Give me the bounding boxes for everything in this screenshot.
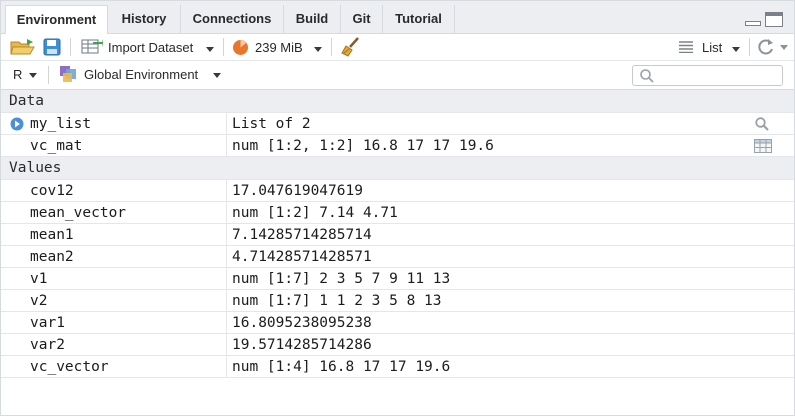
table-row[interactable]: vc_mat num [1:2, 1:2] 16.8 17 17 19.6 <box>1 135 794 157</box>
chevron-down-icon <box>732 47 740 52</box>
object-name: v2 <box>1 290 227 312</box>
object-value: num [1:7] 1 1 2 3 5 8 13 <box>232 293 442 309</box>
language-selector[interactable]: R <box>13 67 41 85</box>
environment-scope-selector[interactable]: Global Environment <box>59 65 225 85</box>
table-row[interactable]: my_list List of 2 <box>1 113 794 135</box>
object-value: 17.047619047619 <box>232 183 363 199</box>
search-icon[interactable] <box>755 117 769 131</box>
tab-build[interactable]: Build <box>284 5 341 34</box>
object-name: v1 <box>1 268 227 290</box>
view-mode-button[interactable]: List <box>679 37 743 58</box>
tab-environment[interactable]: Environment <box>5 5 108 35</box>
import-dataset-label: Import Dataset <box>108 40 194 55</box>
toolbar-separator <box>70 38 71 56</box>
table-view-icon[interactable] <box>754 139 772 153</box>
chevron-down-icon <box>29 73 37 78</box>
object-name: vc_mat <box>1 135 227 157</box>
language-label: R <box>13 67 23 82</box>
minimize-pane-icon[interactable] <box>745 21 761 26</box>
table-row[interactable]: var2 19.5714285714286 <box>1 334 794 356</box>
clear-workspace-broom-icon[interactable] <box>341 36 361 57</box>
object-name: var1 <box>1 312 227 334</box>
object-name: mean_vector <box>1 202 227 224</box>
object-value: num [1:7] 2 3 5 7 9 11 13 <box>232 271 451 287</box>
object-value: 19.5714285714286 <box>232 337 372 353</box>
table-row[interactable]: cov12 17.047619047619 <box>1 180 794 202</box>
table-row[interactable]: mean1 7.14285714285714 <box>1 224 794 246</box>
chevron-down-icon <box>213 73 221 78</box>
object-value: num [1:4] 16.8 17 17 19.6 <box>232 359 451 375</box>
object-value: num [1:2, 1:2] 16.8 17 17 19.6 <box>232 138 494 154</box>
table-row[interactable]: var1 16.8095238095238 <box>1 312 794 334</box>
object-name: cov12 <box>1 180 227 202</box>
environment-pane: Environment History Connections Build Gi… <box>0 0 795 416</box>
table-row[interactable]: mean2 4.71428571428571 <box>1 246 794 268</box>
memory-usage-label: 239 MiB <box>255 40 303 55</box>
chevron-down-icon <box>780 45 788 50</box>
memory-pie-icon <box>233 40 248 55</box>
object-value: 4.71428571428571 <box>232 249 372 265</box>
table-row[interactable]: vc_vector num [1:4] 16.8 17 17 19.6 <box>1 356 794 378</box>
chevron-down-icon <box>206 47 214 52</box>
object-name: vc_vector <box>1 356 227 378</box>
environment-search-input[interactable] <box>632 65 783 86</box>
environment-object-grid: Data my_list List of 2 vc_mat num [1:2, … <box>1 90 794 378</box>
object-value: List of 2 <box>232 116 311 132</box>
table-row[interactable]: v1 num [1:7] 2 3 5 7 9 11 13 <box>1 268 794 290</box>
tab-connections[interactable]: Connections <box>181 5 284 34</box>
toolbar-separator <box>749 38 750 56</box>
refresh-button[interactable] <box>757 37 791 58</box>
maximize-pane-icon[interactable] <box>765 12 783 27</box>
environment-toolbar: Import Dataset 239 MiB List <box>1 34 794 61</box>
object-name: var2 <box>1 334 227 356</box>
import-dataset-button[interactable]: Import Dataset <box>81 37 216 58</box>
object-value: 7.14285714285714 <box>232 227 372 243</box>
refresh-icon <box>758 39 773 55</box>
object-name: mean1 <box>1 224 227 246</box>
load-workspace-icon[interactable] <box>10 38 36 56</box>
table-row[interactable]: v2 num [1:7] 1 1 2 3 5 8 13 <box>1 290 794 312</box>
environment-scope-label: Global Environment <box>84 67 199 82</box>
environment-cube-icon <box>60 66 76 82</box>
import-table-icon <box>81 39 103 54</box>
tab-history[interactable]: History <box>108 5 181 34</box>
tab-git[interactable]: Git <box>341 5 383 34</box>
data-section-header: Data <box>1 90 794 113</box>
toolbar-separator <box>48 66 49 84</box>
search-icon <box>640 69 654 83</box>
object-value: num [1:2] 7.14 4.71 <box>232 205 398 221</box>
memory-usage-button[interactable]: 239 MiB <box>232 37 324 58</box>
toolbar-separator <box>223 38 224 56</box>
view-mode-label: List <box>702 40 723 55</box>
table-row[interactable]: mean_vector num [1:2] 7.14 4.71 <box>1 202 794 224</box>
list-view-icon <box>679 41 693 53</box>
save-workspace-icon[interactable] <box>43 38 61 56</box>
toolbar-separator <box>331 38 332 56</box>
object-name: mean2 <box>1 246 227 268</box>
object-name: my_list <box>1 113 227 135</box>
tab-tutorial[interactable]: Tutorial <box>383 5 455 34</box>
chevron-down-icon <box>314 47 322 52</box>
environment-scope-bar: R Global Environment <box>1 61 794 90</box>
values-section-header: Values <box>1 157 794 180</box>
object-value: 16.8095238095238 <box>232 315 372 331</box>
tab-bar: Environment History Connections Build Gi… <box>1 1 794 35</box>
